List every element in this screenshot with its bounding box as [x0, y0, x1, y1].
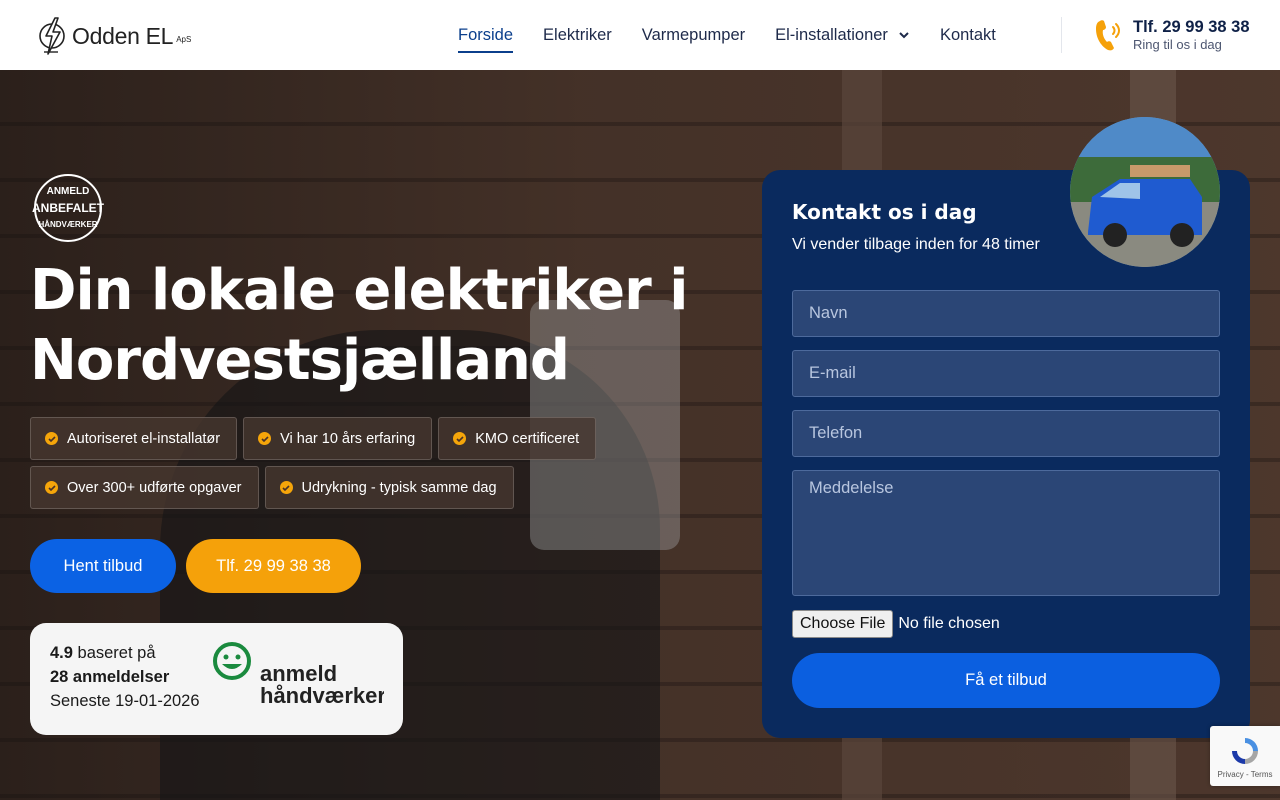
feature-item: Udrykning - typisk samme dag	[264, 466, 514, 509]
rating-score: 4.9	[50, 644, 73, 662]
nav-label: Varmepumper	[641, 25, 746, 44]
check-icon	[453, 432, 467, 445]
nav-item-kontakt[interactable]: Kontakt	[940, 15, 996, 55]
check-icon	[45, 432, 58, 445]
rating-score-suffix: baseret på	[72, 644, 156, 662]
feature-list: Autoriseret el-installatør Vi har 10 års…	[30, 417, 650, 509]
svg-text:håndværker: håndværker	[260, 683, 384, 708]
feature-label: Vi har 10 års erfaring	[280, 430, 416, 447]
nav-item-el-installationer[interactable]: El-installationer	[775, 15, 910, 55]
svg-text:ANBEFALET: ANBEFALET	[32, 201, 105, 215]
feature-label: Autoriseret el-installatør	[67, 430, 221, 447]
hero-title-line: Nordvestsjælland	[30, 328, 570, 393]
nav-item-forside[interactable]: Forside	[458, 15, 514, 55]
name-field[interactable]	[792, 290, 1220, 337]
nav-item-elektriker[interactable]: Elektriker	[543, 15, 612, 55]
rating-review-count: 28 anmeldelser	[50, 668, 170, 686]
recaptcha-badge[interactable]: Privacy - Terms	[1210, 726, 1280, 786]
nav-label: Kontakt	[939, 25, 996, 44]
form-subtitle: Vi vender tilbage inden for 48 timer	[792, 236, 1040, 253]
feature-label: KMO certificeret	[475, 430, 580, 447]
rating-latest-date: Seneste 19-01-2026	[50, 692, 200, 710]
site-header: Odden EL ApS Forside Elektriker Varmepum…	[0, 0, 1280, 70]
anmeld-haandvaerker-logo[interactable]: anmeld håndværker	[212, 641, 384, 711]
submit-button[interactable]: Få et tilbud	[792, 653, 1220, 708]
choose-file-button[interactable]: Choose File	[792, 610, 894, 638]
header-phone-sub: Ring til os i dag	[1133, 36, 1222, 52]
van-photo	[1070, 117, 1220, 267]
check-icon	[258, 432, 272, 445]
logo-suffix: ApS	[176, 34, 192, 44]
main-nav: Forside Elektriker Varmepumper El-instal…	[458, 0, 1026, 70]
header-phone-number: Tlf. 29 99 38 38	[1133, 17, 1250, 36]
rating-text: 4.9 baseret på 28 anmeldelser Seneste 19…	[50, 641, 200, 713]
nav-item-varmepumper[interactable]: Varmepumper	[642, 15, 745, 55]
chevron-down-icon	[899, 32, 909, 39]
logo[interactable]: Odden EL ApS	[38, 16, 191, 56]
check-icon	[279, 481, 293, 494]
check-icon	[45, 481, 58, 494]
file-status: No file chosen	[898, 615, 1000, 632]
feature-label: Over 300+ udførte opgaver	[67, 479, 242, 496]
call-phone-button[interactable]: Tlf. 29 99 38 38	[186, 539, 361, 593]
recaptcha-links[interactable]: Privacy - Terms	[1218, 770, 1273, 779]
recaptcha-icon	[1232, 737, 1258, 764]
svg-text:ANMELD: ANMELD	[47, 186, 90, 197]
header-phone[interactable]: Tlf. 29 99 38 38 Ring til os i dag	[1094, 17, 1250, 53]
anmeld-anbefalet-badge: ANMELD ANBEFALET HÅNDVÆRKER	[32, 174, 105, 242]
nav-label: Forside	[458, 25, 514, 44]
feature-item: Vi har 10 års erfaring	[243, 417, 433, 460]
hero-title-line: Din lokale elektriker i	[30, 258, 688, 323]
feature-label: Udrykning - typisk samme dag	[301, 479, 497, 496]
nav-divider	[1061, 17, 1062, 53]
svg-text:HÅNDVÆRKER: HÅNDVÆRKER	[38, 220, 97, 229]
logo-text: Odden EL	[72, 22, 174, 49]
hero-title: Din lokale elektriker i Nordvestsjælland	[30, 256, 730, 396]
phone-icon	[1096, 20, 1120, 51]
get-quote-button[interactable]: Hent tilbud	[30, 539, 176, 593]
rating-card: 4.9 baseret på 28 anmeldelser Seneste 19…	[30, 623, 403, 735]
lightning-bolt-icon	[39, 17, 65, 55]
feature-item: Autoriseret el-installatør	[30, 417, 238, 460]
email-field[interactable]	[792, 350, 1220, 397]
file-upload: Choose File No file chosen	[792, 610, 1000, 638]
nav-label: Elektriker	[543, 25, 612, 44]
phone-field[interactable]	[792, 410, 1220, 457]
form-title: Kontakt os i dag	[792, 200, 977, 224]
message-field[interactable]	[792, 470, 1220, 596]
feature-item: KMO certificeret	[438, 417, 597, 460]
feature-item: Over 300+ udførte opgaver	[30, 466, 259, 509]
nav-label: El-installationer	[775, 25, 888, 44]
